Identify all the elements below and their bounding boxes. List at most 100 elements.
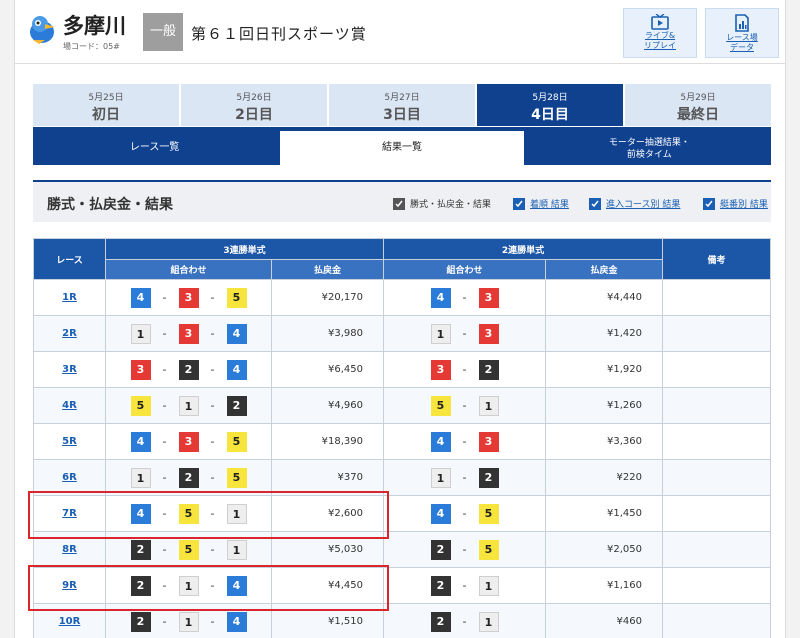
- table-row: 8R 2-5-1 ¥5,030 2-5 ¥2,050: [33, 531, 771, 568]
- filter-payout[interactable]: 勝式・払戻金・結果: [393, 197, 491, 210]
- tab-motor-draw[interactable]: モーター抽選結果・ 前検タイム: [528, 131, 771, 165]
- exacta-payout: ¥220: [545, 459, 663, 496]
- combo-separator: -: [462, 327, 467, 340]
- exacta-payout: ¥1,160: [545, 567, 663, 604]
- race-link[interactable]: 5R: [33, 423, 106, 460]
- race-link[interactable]: 8R: [33, 531, 106, 568]
- boat-number-badge: 2: [430, 575, 451, 596]
- combo-separator: -: [162, 579, 167, 592]
- table-row: 2R 1-3-4 ¥3,980 1-3 ¥1,420: [33, 315, 771, 352]
- day-tab-date: 5月28日: [532, 93, 568, 103]
- combo-separator: -: [462, 399, 467, 412]
- boat-combo: 2-5: [384, 539, 545, 560]
- note-cell: [662, 387, 771, 424]
- boat-number-badge: 2: [130, 539, 151, 560]
- day-tab-date: 5月25日: [88, 93, 124, 103]
- main-panel: 多摩川 場コード：05# 一般 第６１回日刊スポーツ賞 ライブ& リプレイ レー…: [14, 0, 786, 638]
- boat-number-badge: 1: [178, 395, 199, 416]
- day-tab-5[interactable]: 5月29日 最終日: [625, 84, 771, 126]
- race-link[interactable]: 9R: [33, 567, 106, 604]
- boat-combo: 2-1-4: [106, 611, 271, 632]
- filter-course[interactable]: 進入コース別 結果: [589, 197, 680, 210]
- boat-number-badge: 1: [178, 611, 199, 632]
- live-replay-button[interactable]: ライブ& リプレイ: [623, 8, 697, 58]
- day-tab-1[interactable]: 5月25日 初日: [33, 84, 181, 126]
- boat-number-badge: 3: [178, 431, 199, 452]
- race-link[interactable]: 2R: [33, 315, 106, 352]
- section-title: 勝式・払戻金・結果: [47, 197, 173, 213]
- header-trifecta: 3連勝単式: [105, 238, 384, 260]
- trifecta-combo: 2-1-4: [105, 603, 272, 638]
- exacta-payout: ¥3,360: [545, 423, 663, 460]
- boat-number-badge: 3: [478, 287, 499, 308]
- trifecta-payout: ¥4,450: [271, 567, 384, 604]
- bird-mascot-icon: [30, 16, 55, 44]
- day-tab-3[interactable]: 5月27日 3日目: [329, 84, 477, 126]
- boat-number-badge: 3: [130, 359, 151, 380]
- exacta-payout: ¥1,450: [545, 495, 663, 532]
- filter-course-link[interactable]: 進入コース別 結果: [606, 197, 680, 210]
- venue-data-button[interactable]: レース場 データ: [705, 8, 779, 58]
- boat-combo: 1-2: [384, 467, 545, 488]
- combo-separator: -: [162, 615, 167, 628]
- live-label-line1: ライブ&: [644, 31, 676, 40]
- boat-number-badge: 5: [226, 287, 247, 308]
- boat-number-badge: 1: [226, 503, 247, 524]
- trifecta-combo: 4-3-5: [105, 423, 272, 460]
- bar-chart-doc-icon: [735, 14, 749, 32]
- day-tab-label: 4日目: [531, 107, 569, 123]
- boat-number-badge: 1: [430, 323, 451, 344]
- boat-number-badge: 2: [130, 575, 151, 596]
- race-link[interactable]: 3R: [33, 351, 106, 388]
- header-exacta-payout: 払戻金: [545, 259, 663, 280]
- boat-number-badge: 4: [226, 359, 247, 380]
- race-link[interactable]: 4R: [33, 387, 106, 424]
- header-note: 備考: [662, 238, 771, 280]
- data-label-line2: データ: [730, 43, 754, 52]
- trifecta-combo: 5-1-2: [105, 387, 272, 424]
- table-row: 3R 3-2-4 ¥6,450 3-2 ¥1,920: [33, 351, 771, 388]
- boat-number-badge: 4: [130, 431, 151, 452]
- results-table: レース 3連勝単式 2連勝単式 備考 組合わせ 払戻金 組合わせ 払戻金 1R 4…: [33, 238, 771, 638]
- combo-separator: -: [462, 291, 467, 304]
- trifecta-combo: 1-3-4: [105, 315, 272, 352]
- boat-combo: 4-5: [384, 503, 545, 524]
- table-row: 7R 4-5-1 ¥2,600 4-5 ¥1,450: [33, 495, 771, 532]
- page: 多摩川 場コード：05# 一般 第６１回日刊スポーツ賞 ライブ& リプレイ レー…: [0, 0, 800, 638]
- grade-badge: 一般: [143, 13, 183, 51]
- boat-combo: 3-2: [384, 359, 545, 380]
- boat-number-badge: 2: [430, 611, 451, 632]
- filter-rank-link[interactable]: 着順 結果: [530, 197, 569, 210]
- trifecta-payout: ¥5,030: [271, 531, 384, 568]
- trifecta-payout: ¥370: [271, 459, 384, 496]
- filter-rank[interactable]: 着順 結果: [513, 197, 569, 210]
- filter-boat-link[interactable]: 艇番別 結果: [720, 197, 768, 210]
- boat-number-badge: 4: [226, 323, 247, 344]
- race-link[interactable]: 1R: [33, 279, 106, 316]
- tab-race-list[interactable]: レース一覧: [33, 131, 276, 165]
- section-bar: 勝式・払戻金・結果 勝式・払戻金・結果 着順 結果 進入コース別 結果 艇番別 …: [33, 180, 771, 222]
- tab-result-list[interactable]: 結果一覧: [280, 131, 524, 165]
- race-link[interactable]: 7R: [33, 495, 106, 532]
- combo-separator: -: [210, 579, 215, 592]
- trifecta-payout: ¥3,980: [271, 315, 384, 352]
- day-tab-label: 初日: [92, 107, 120, 123]
- filter-boat[interactable]: 艇番別 結果: [703, 197, 768, 210]
- boat-combo: 4-3-5: [106, 287, 271, 308]
- combo-separator: -: [462, 615, 467, 628]
- exacta-payout: ¥1,260: [545, 387, 663, 424]
- race-link[interactable]: 6R: [33, 459, 106, 496]
- day-tab-2[interactable]: 5月26日 2日目: [181, 84, 329, 126]
- boat-number-badge: 2: [478, 467, 499, 488]
- table-row: 1R 4-3-5 ¥20,170 4-3 ¥4,440: [33, 279, 771, 316]
- boat-number-badge: 3: [430, 359, 451, 380]
- venue-code: 場コード：05#: [63, 42, 120, 51]
- combo-separator: -: [210, 327, 215, 340]
- combo-separator: -: [162, 543, 167, 556]
- day-tab-4[interactable]: 5月28日 4日目: [477, 84, 625, 126]
- race-link[interactable]: 10R: [33, 603, 106, 638]
- boat-number-badge: 5: [130, 395, 151, 416]
- day-tab-date: 5月26日: [236, 93, 272, 103]
- header-exacta-combo: 組合わせ: [383, 259, 546, 280]
- live-label-line2: リプレイ: [644, 41, 676, 50]
